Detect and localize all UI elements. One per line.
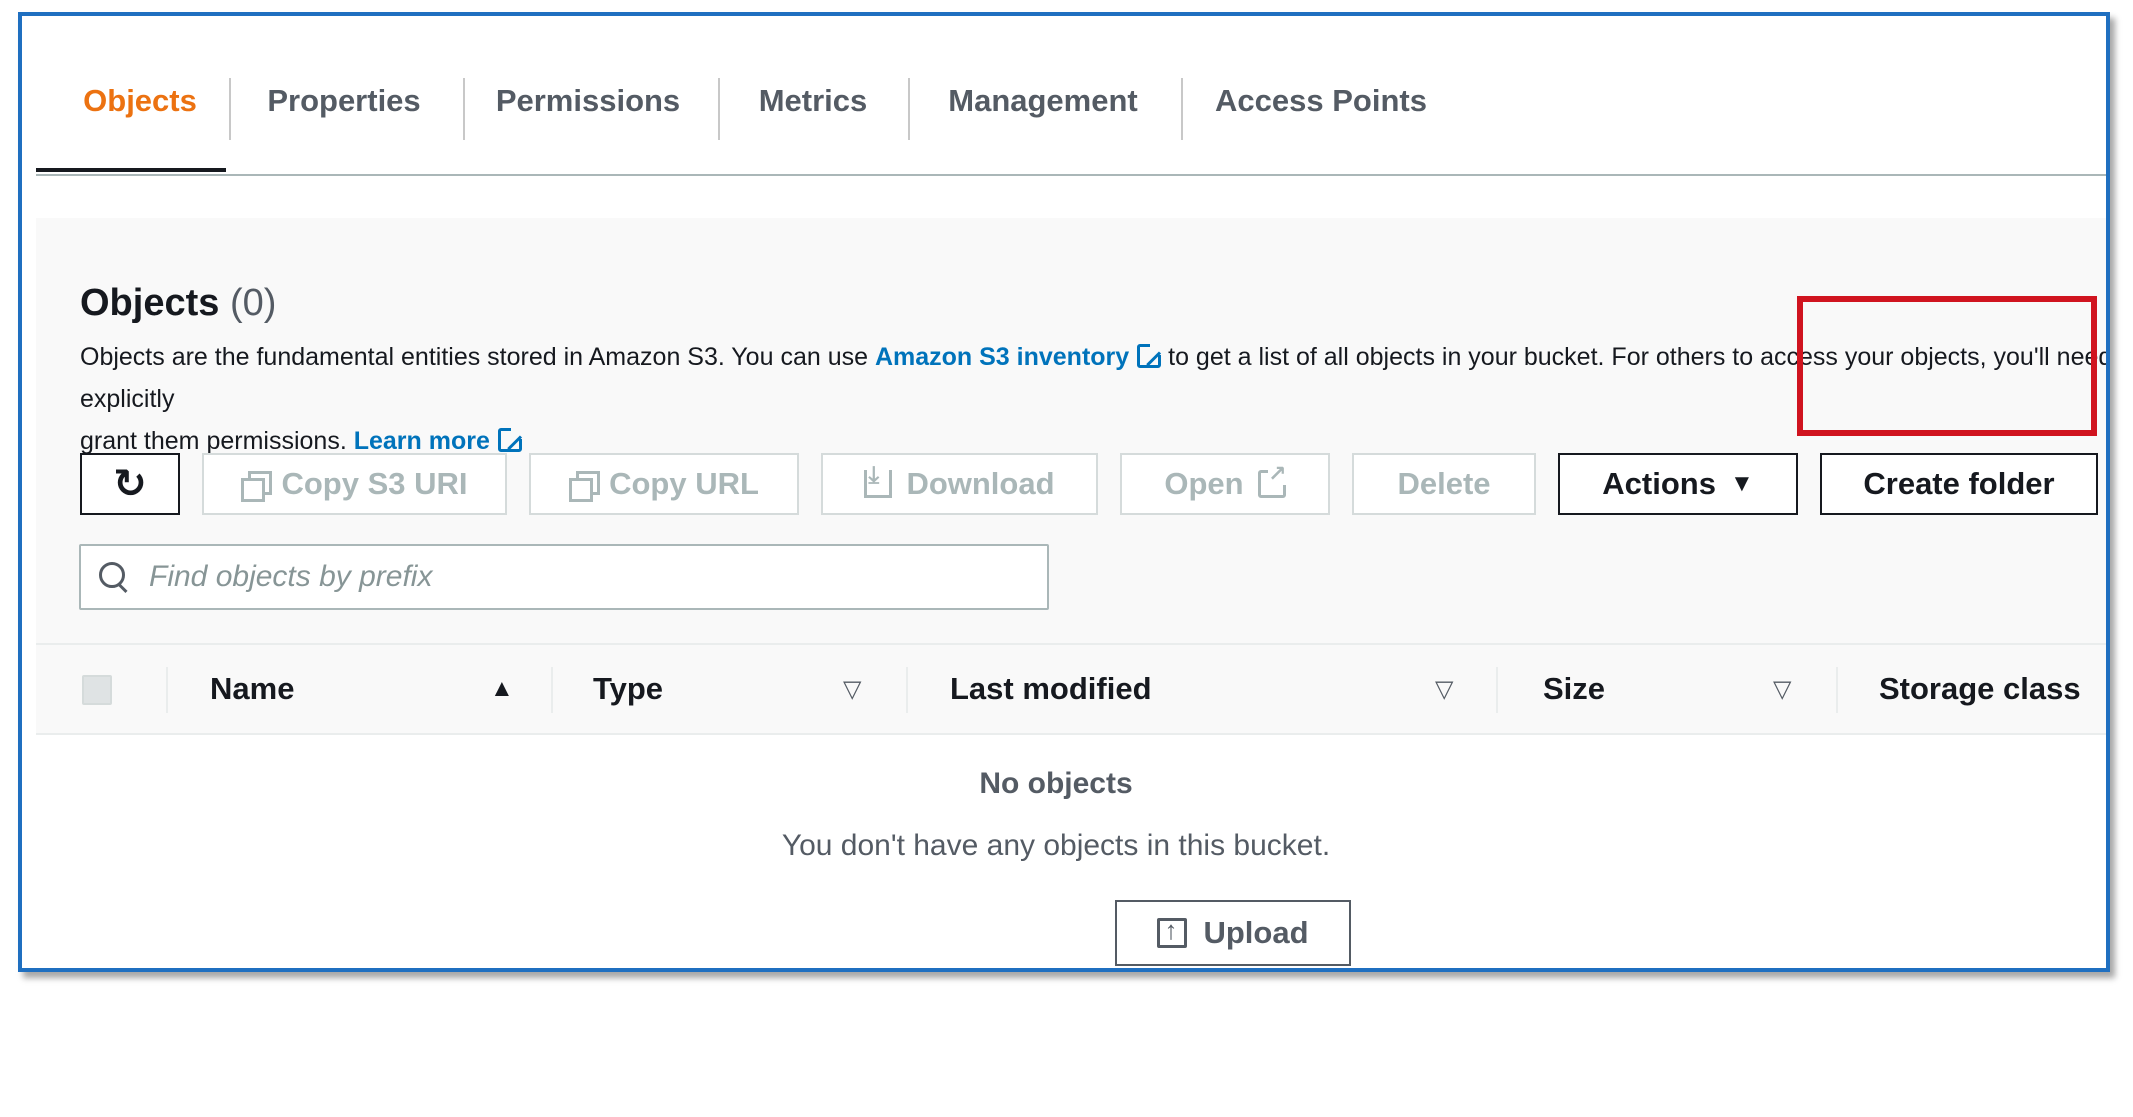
highlight-box: [1797, 296, 2097, 436]
table-header: Name ▲ Type ▽ Last modified ▽ Size ▽ Sto…: [36, 643, 2106, 735]
external-link-icon: [497, 427, 523, 452]
actions-label: Actions: [1602, 466, 1716, 501]
sort-icon[interactable]: ▽: [843, 675, 861, 704]
refresh-icon: ↻: [113, 462, 147, 506]
tab-objects[interactable]: Objects: [70, 81, 210, 121]
delete-button[interactable]: Delete: [1352, 453, 1536, 515]
panel-title: Objects (0): [80, 282, 276, 325]
copy-icon: [241, 471, 273, 502]
column-header-last-modified[interactable]: Last modified: [950, 671, 1152, 707]
download-icon: [864, 462, 893, 498]
empty-state-title: No objects: [979, 767, 1133, 800]
download-label: Download: [906, 466, 1055, 501]
tab-properties[interactable]: Properties: [244, 81, 444, 121]
column-divider: [1496, 667, 1498, 713]
refresh-button[interactable]: ↻: [80, 453, 180, 515]
create-folder-label: Create folder: [1863, 466, 2055, 501]
select-all-checkbox[interactable]: [82, 675, 112, 705]
learn-more-link[interactable]: Learn more: [354, 427, 490, 455]
open-label: Open: [1164, 466, 1244, 501]
download-button[interactable]: Download: [821, 453, 1098, 515]
upload-icon: [1157, 915, 1188, 948]
column-header-size[interactable]: Size: [1543, 671, 1605, 707]
empty-state-text: You don't have any objects in this bucke…: [781, 829, 1331, 862]
copy-url-label: Copy URL: [609, 466, 759, 501]
column-header-storage-class[interactable]: Storage class: [1879, 671, 2081, 707]
column-header-name[interactable]: Name: [210, 671, 294, 707]
panel-title-text: Objects: [80, 282, 220, 324]
tab-management[interactable]: Management: [923, 81, 1163, 121]
tab-divider: [1181, 78, 1183, 140]
sort-icon[interactable]: ▽: [1773, 675, 1791, 704]
column-divider: [551, 667, 553, 713]
copy-s3-uri-label: Copy S3 URI: [281, 466, 468, 501]
sort-ascending-icon[interactable]: ▲: [490, 675, 514, 703]
column-divider: [906, 667, 908, 713]
tab-bar: Objects Properties Permissions Metrics M…: [36, 16, 2106, 176]
desc-text: grant them permissions.: [80, 427, 354, 455]
copy-url-button[interactable]: Copy URL: [529, 453, 799, 515]
tab-divider: [908, 78, 910, 140]
column-divider: [1836, 667, 1838, 713]
upload-button[interactable]: Upload: [1115, 900, 1351, 966]
copy-icon: [569, 471, 601, 502]
desc-text: Objects are the fundamental entities sto…: [80, 343, 875, 371]
external-link-icon: [1137, 343, 1163, 368]
open-button[interactable]: Open: [1120, 453, 1330, 515]
search-box[interactable]: [79, 544, 1049, 610]
create-folder-button[interactable]: Create folder: [1820, 453, 2098, 515]
search-icon: [99, 562, 129, 592]
object-count: (0): [229, 282, 277, 324]
delete-label: Delete: [1397, 466, 1491, 501]
tab-permissions[interactable]: Permissions: [478, 81, 698, 121]
search-input[interactable]: [149, 560, 1029, 594]
tab-divider: [229, 78, 231, 140]
tab-access-points[interactable]: Access Points: [1196, 81, 1446, 121]
caret-down-icon: ▼: [1729, 470, 1754, 497]
table-body: No objects You don't have any objects in…: [36, 735, 2106, 968]
active-tab-indicator: [36, 168, 226, 172]
copy-s3-uri-button[interactable]: Copy S3 URI: [202, 453, 507, 515]
tab-metrics[interactable]: Metrics: [733, 81, 893, 121]
column-header-type[interactable]: Type: [593, 671, 663, 707]
screenshot-frame: Objects Properties Permissions Metrics M…: [18, 12, 2110, 972]
actions-dropdown[interactable]: Actions ▼: [1558, 453, 1798, 515]
external-link-icon: [1257, 463, 1287, 498]
column-divider: [166, 667, 168, 713]
sort-icon[interactable]: ▽: [1435, 675, 1453, 704]
inventory-link[interactable]: Amazon S3 inventory: [875, 343, 1129, 371]
tab-divider: [463, 78, 465, 140]
tab-divider: [718, 78, 720, 140]
upload-label: Upload: [1203, 915, 1309, 950]
